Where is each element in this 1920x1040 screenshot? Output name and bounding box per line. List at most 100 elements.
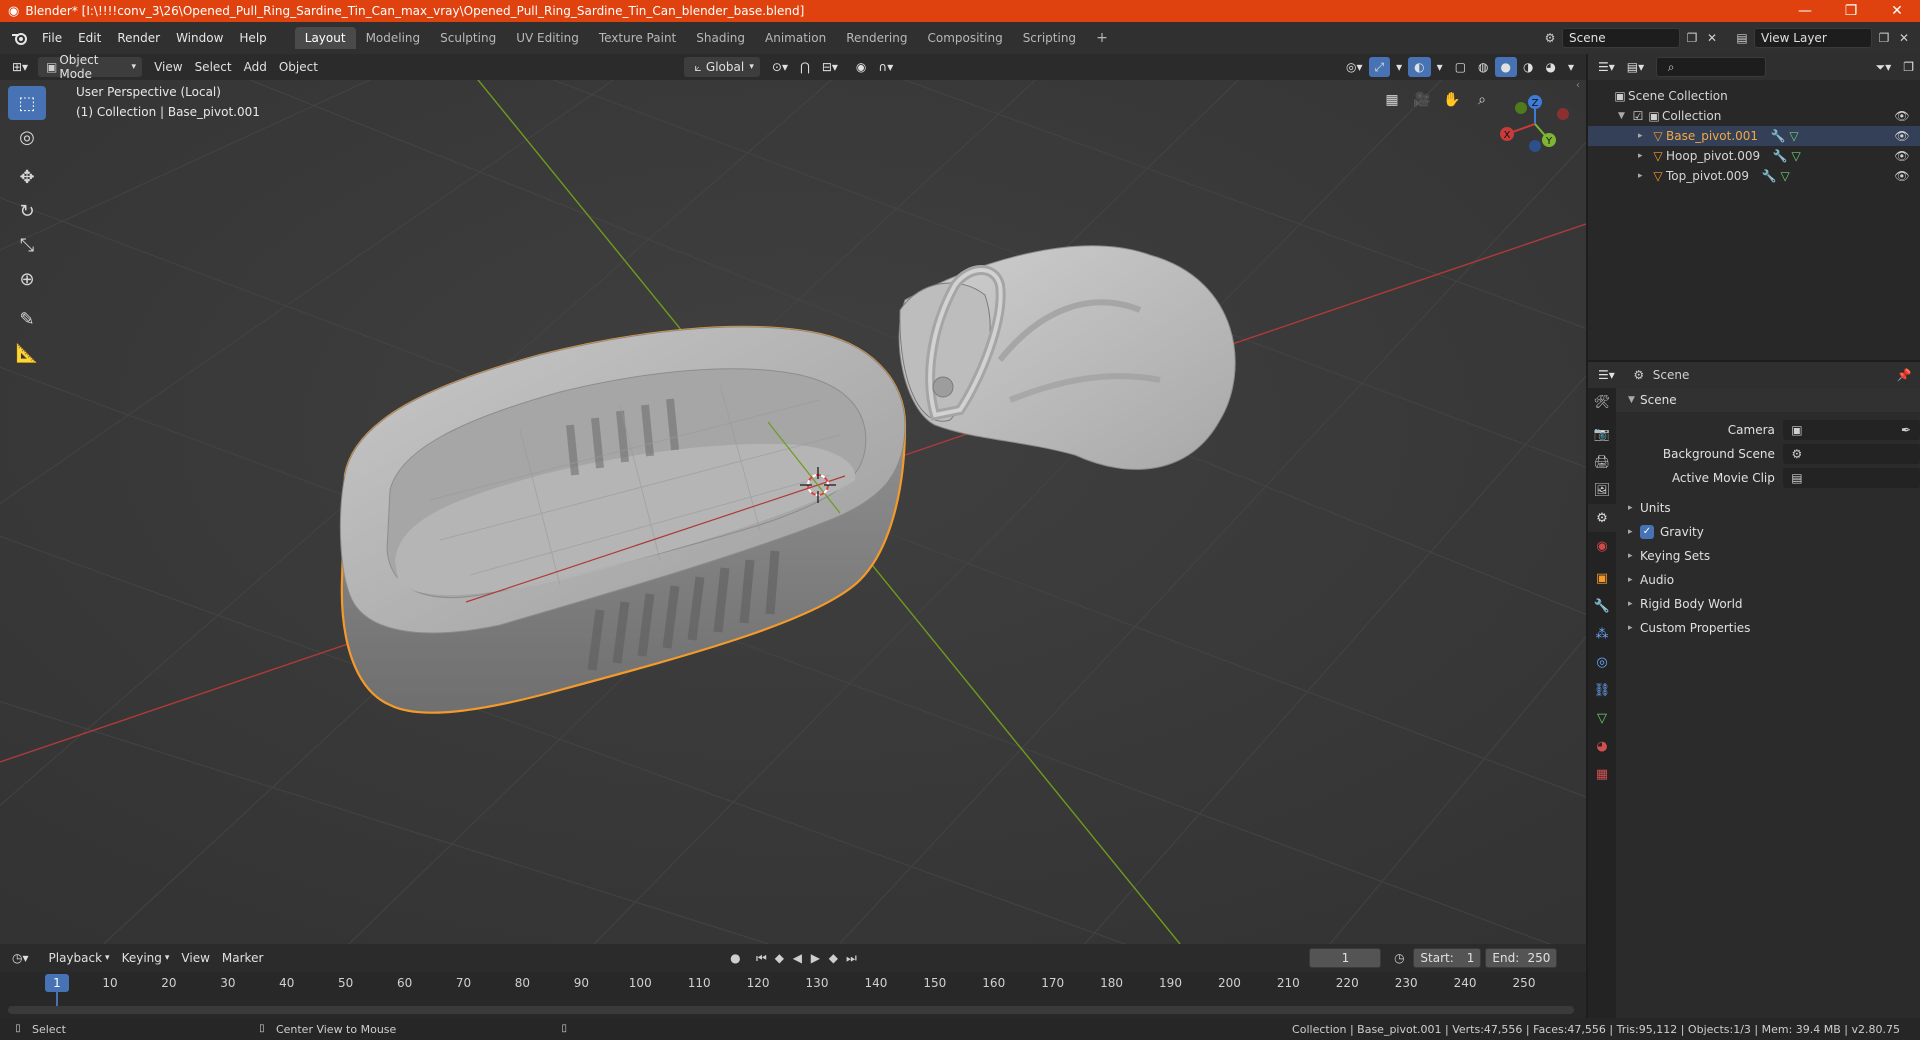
tab-compositing[interactable]: Compositing bbox=[917, 27, 1012, 49]
wireframe-shading-icon[interactable]: ◍ bbox=[1472, 57, 1494, 77]
menu-window[interactable]: Window bbox=[168, 31, 231, 45]
close-button[interactable]: ✕ bbox=[1874, 3, 1920, 19]
pivot-point-icon[interactable]: ⊙▾ bbox=[766, 57, 794, 77]
orientation-dropdown[interactable]: ⟀ Global ▾ bbox=[683, 57, 760, 77]
particles-tab-icon[interactable]: ⁂ bbox=[1588, 620, 1616, 648]
marker-menu[interactable]: Marker bbox=[216, 948, 269, 968]
scale-tool-icon[interactable]: ⤡ bbox=[8, 228, 46, 262]
constraints-tab-icon[interactable]: ⛓ bbox=[1588, 676, 1616, 704]
output-tab-icon[interactable]: 🖨 bbox=[1588, 448, 1616, 476]
audio-panel[interactable]: ▸ Audio bbox=[1616, 568, 1920, 592]
texture-tab-icon[interactable]: ▦ bbox=[1588, 760, 1616, 788]
select-menu[interactable]: Select bbox=[189, 57, 238, 77]
editor-type-icon[interactable]: ⊞▾ bbox=[6, 57, 34, 77]
record-icon[interactable]: ● bbox=[727, 950, 743, 966]
measure-tool-icon[interactable]: 📐 bbox=[8, 336, 46, 370]
timeline-scrollbar[interactable] bbox=[8, 1006, 1574, 1014]
scene-tab-icon[interactable]: ⚙ bbox=[1588, 504, 1616, 532]
overlay-dropdown-icon[interactable]: ▾ bbox=[1431, 57, 1449, 77]
maximize-button[interactable]: ❐ bbox=[1828, 3, 1874, 19]
visibility-eye-icon[interactable]: 👁 bbox=[1894, 108, 1910, 124]
sidebar-toggle-icon[interactable]: ‹ bbox=[1576, 80, 1586, 100]
new-collection-icon[interactable]: ❐ bbox=[1897, 57, 1920, 77]
proportional-edit-icon[interactable]: ◉ bbox=[850, 57, 872, 77]
material-tab-icon[interactable]: ◕ bbox=[1588, 732, 1616, 760]
menu-help[interactable]: Help bbox=[231, 31, 274, 45]
checkbox-icon[interactable]: ☑ bbox=[1630, 108, 1646, 124]
expand-arrow-icon[interactable]: ▸ bbox=[1638, 151, 1650, 161]
outliner-scene-collection[interactable]: ▣ Scene Collection bbox=[1588, 86, 1920, 106]
gizmo-dropdown-icon[interactable]: ▾ bbox=[1390, 57, 1408, 77]
next-keyframe-icon[interactable]: ◆ bbox=[825, 950, 841, 966]
jump-start-icon[interactable]: ⏮ bbox=[753, 950, 769, 966]
timeline-editor-type-icon[interactable]: ◷▾ bbox=[6, 948, 35, 968]
zoom-icon[interactable]: ⌕ bbox=[1468, 86, 1496, 114]
tab-scripting[interactable]: Scripting bbox=[1013, 27, 1086, 49]
gravity-checkbox[interactable]: ✓ bbox=[1640, 525, 1654, 539]
outliner-item-base[interactable]: ▸ ▽ Base_pivot.001 🔧 ▽ 👁 bbox=[1588, 126, 1920, 146]
world-tab-icon[interactable]: ◉ bbox=[1588, 532, 1616, 560]
modifier-wrench-icon[interactable]: 🔧 bbox=[1761, 168, 1777, 184]
move-tool-icon[interactable]: ✥ bbox=[8, 160, 46, 194]
custom-properties-panel[interactable]: ▸ Custom Properties bbox=[1616, 616, 1920, 640]
annotate-tool-icon[interactable]: ✎ bbox=[8, 302, 46, 336]
tool-tab-icon[interactable]: 🛠 bbox=[1588, 388, 1616, 416]
tab-layout[interactable]: Layout bbox=[294, 27, 356, 49]
transform-tool-icon[interactable]: ⊕ bbox=[8, 262, 46, 296]
data-tab-icon[interactable]: ▽ bbox=[1588, 704, 1616, 732]
tab-modeling[interactable]: Modeling bbox=[356, 27, 431, 49]
keying-menu[interactable]: Keying ▾ bbox=[116, 948, 176, 968]
modifier-tab-icon[interactable]: 🔧 bbox=[1588, 592, 1616, 620]
expand-arrow-icon[interactable]: ▸ bbox=[1638, 131, 1650, 141]
outliner-collection[interactable]: ▼ ☑ ▣ Collection 👁 bbox=[1588, 106, 1920, 126]
solid-shading-icon[interactable]: ● bbox=[1494, 57, 1517, 77]
new-scene-icon[interactable]: ❐ bbox=[1684, 30, 1700, 46]
3d-viewport[interactable]: Z X Y User Perspective (Local) (1) Colle… bbox=[0, 80, 1586, 944]
view-layer-tab-icon[interactable]: 🖼 bbox=[1588, 476, 1616, 504]
view-layer-field[interactable]: View Layer bbox=[1754, 28, 1872, 48]
tab-rendering[interactable]: Rendering bbox=[836, 27, 917, 49]
pin-icon[interactable]: 📌 bbox=[1896, 367, 1912, 383]
end-frame-field[interactable]: End: 250 bbox=[1485, 948, 1558, 968]
camera-view-icon[interactable]: 🎥 bbox=[1408, 86, 1436, 114]
outliner-item-top[interactable]: ▸ ▽ Top_pivot.009 🔧 ▽ 👁 bbox=[1588, 166, 1920, 186]
cursor-tool-icon[interactable]: ◎ bbox=[8, 120, 46, 154]
scene-icon[interactable]: ⚙ bbox=[1542, 30, 1558, 46]
mesh-data-icon[interactable]: ▽ bbox=[1788, 148, 1804, 164]
mode-dropdown[interactable]: ▣ Object Mode ▾ bbox=[38, 53, 143, 81]
tab-uv-editing[interactable]: UV Editing bbox=[506, 27, 589, 49]
delete-view-layer-icon[interactable]: ✕ bbox=[1896, 30, 1912, 46]
view-menu[interactable]: View bbox=[148, 57, 188, 77]
timeline-body[interactable]: 1 10 20 30 40 50 60 70 80 90 100 110 120 130 140 150 160… bbox=[0, 972, 1586, 1018]
prev-keyframe-icon[interactable]: ◆ bbox=[771, 950, 787, 966]
add-workspace-icon[interactable]: + bbox=[1086, 26, 1118, 50]
camera-field[interactable]: ▣ ✒ bbox=[1782, 420, 1920, 440]
mesh-data-icon[interactable]: ▽ bbox=[1786, 128, 1802, 144]
playback-menu[interactable]: Playback ▾ bbox=[43, 948, 116, 968]
object-menu[interactable]: Object bbox=[273, 57, 324, 77]
tab-animation[interactable]: Animation bbox=[755, 27, 836, 49]
visibility-eye-icon[interactable]: 👁 bbox=[1894, 148, 1910, 164]
view-layer-icon[interactable]: ▤ bbox=[1734, 30, 1750, 46]
start-frame-field[interactable]: Start: 1 bbox=[1413, 948, 1482, 968]
expand-arrow-icon[interactable]: ▼ bbox=[1618, 111, 1630, 121]
play-icon[interactable]: ▶ bbox=[807, 950, 823, 966]
modifier-wrench-icon[interactable]: 🔧 bbox=[1772, 148, 1788, 164]
display-mode-icon[interactable]: ▤▾ bbox=[1621, 57, 1650, 77]
new-view-layer-icon[interactable]: ❐ bbox=[1876, 30, 1892, 46]
modifier-wrench-icon[interactable]: 🔧 bbox=[1770, 128, 1786, 144]
rendered-shading-icon[interactable]: ◕ bbox=[1539, 57, 1561, 77]
gravity-panel[interactable]: ▸ ✓ Gravity bbox=[1616, 520, 1920, 544]
material-shading-icon[interactable]: ◑ bbox=[1517, 57, 1539, 77]
scene-panel-header[interactable]: ▼ Scene bbox=[1616, 388, 1920, 412]
select-box-tool-icon[interactable]: ⬚ bbox=[8, 86, 46, 120]
physics-tab-icon[interactable]: ◎ bbox=[1588, 648, 1616, 676]
pan-hand-icon[interactable]: ✋ bbox=[1438, 86, 1466, 114]
add-menu[interactable]: Add bbox=[238, 57, 273, 77]
overlay-toggle-icon[interactable]: ◐ bbox=[1408, 57, 1431, 77]
play-reverse-icon[interactable]: ◀ bbox=[789, 950, 805, 966]
movie-clip-field[interactable]: ▤ bbox=[1782, 468, 1920, 488]
keying-sets-panel[interactable]: ▸ Keying Sets bbox=[1616, 544, 1920, 568]
tab-shading[interactable]: Shading bbox=[686, 27, 755, 49]
outliner-search-input[interactable]: ⌕ bbox=[1656, 57, 1767, 77]
